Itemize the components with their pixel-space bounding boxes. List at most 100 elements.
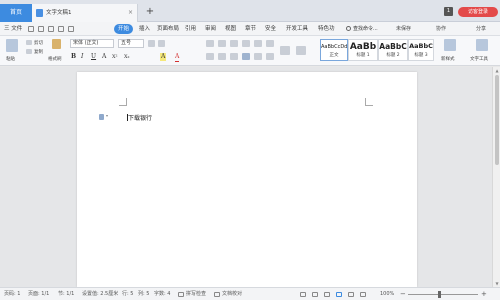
cut-label[interactable]: 剪切 (34, 40, 43, 46)
style-heading-2[interactable]: AaBbC 标题 2 (378, 39, 408, 61)
style-heading-3-sample: AaBbC (409, 42, 433, 50)
status-word-count[interactable]: 字数: 4 (154, 288, 170, 300)
doc-proof-button[interactable]: 文档校对 (222, 288, 242, 300)
collaborate-button[interactable]: 协作 (436, 22, 446, 36)
menu-insert[interactable]: 插入 (139, 22, 150, 36)
document-page[interactable]: ▾ 下载银行 (77, 72, 417, 287)
style-heading-3[interactable]: AaBbC 标题 3 (408, 39, 434, 61)
zoom-in-icon[interactable]: + (481, 288, 487, 300)
spell-check-button[interactable]: 拼写检查 (186, 288, 206, 300)
superscript-button[interactable]: X² (112, 53, 118, 61)
subscript-button[interactable]: X₂ (124, 53, 130, 61)
copy-label[interactable]: 复制 (34, 49, 43, 55)
paste-icon[interactable] (6, 39, 18, 52)
menu-sections[interactable]: 章节 (245, 22, 256, 36)
font-size-select[interactable]: 五号 (118, 39, 144, 48)
scroll-down-icon[interactable]: ▼ (494, 281, 500, 286)
menu-start[interactable]: 开始 (114, 24, 134, 34)
print-layout-icon[interactable] (336, 292, 342, 297)
shrink-font-icon[interactable] (158, 40, 165, 47)
vertical-scrollbar[interactable]: ▲ ▼ (492, 67, 500, 287)
new-style-icon[interactable] (444, 39, 456, 51)
save-icon[interactable] (28, 26, 34, 32)
font-color-button[interactable]: A (175, 53, 180, 62)
new-style-label[interactable]: 新样式 (441, 56, 455, 62)
zoom-level[interactable]: 100% (380, 288, 394, 300)
zoom-slider[interactable] (408, 294, 478, 295)
menu-security[interactable]: 安全 (265, 22, 276, 36)
highlight-button[interactable]: A (160, 53, 167, 61)
font-family-select[interactable]: 宋体 (正文) (70, 39, 114, 48)
style-normal[interactable]: AaBbCcDd 正文 (320, 39, 348, 61)
grow-font-icon[interactable] (148, 40, 155, 47)
shading-icon[interactable] (296, 46, 306, 55)
login-button[interactable]: 访客登录 (458, 7, 498, 17)
margin-corner-top-left (119, 98, 127, 106)
window-count-badge[interactable]: 1 (444, 7, 453, 16)
menu-dev-tools[interactable]: 开发工具 (286, 22, 308, 36)
file-menu[interactable]: 三 文件 (4, 22, 22, 36)
web-layout-icon[interactable] (348, 292, 354, 297)
print-icon[interactable] (38, 26, 44, 32)
text-tools-icon[interactable] (476, 39, 488, 51)
text-tools-label[interactable]: 文字工具 (470, 56, 488, 62)
line-spacing-icon[interactable] (266, 53, 274, 60)
italic-button[interactable]: I (81, 53, 83, 61)
style-heading-2-name: 标题 2 (386, 53, 400, 58)
align-left-icon[interactable] (206, 53, 214, 60)
underline-button[interactable]: U (91, 53, 96, 61)
menu-view[interactable]: 视图 (225, 22, 236, 36)
strikethrough-button[interactable]: A (102, 53, 106, 61)
status-section: 节: 1/1 (58, 291, 75, 297)
align-center-icon[interactable] (218, 53, 226, 60)
document-tab[interactable]: 文字文稿1 × (32, 4, 138, 22)
page-view-icon[interactable] (312, 292, 318, 297)
spell-check-icon[interactable] (178, 292, 184, 297)
status-column: 列: 5 (138, 291, 150, 297)
reading-mode-icon[interactable] (360, 292, 366, 297)
share-button[interactable]: 分享 (476, 22, 486, 36)
document-tab-title: 文字文稿1 (46, 10, 72, 16)
align-right-icon[interactable] (230, 53, 238, 60)
unsaved-status[interactable]: 未保存 (396, 22, 411, 36)
outline-view-icon[interactable] (324, 292, 330, 297)
indent-icon[interactable] (242, 40, 250, 47)
scroll-thumb[interactable] (495, 75, 499, 165)
show-marks-icon[interactable] (266, 40, 274, 47)
menu-review[interactable]: 审阅 (205, 22, 216, 36)
redo-icon[interactable] (68, 26, 74, 32)
document-icon (36, 9, 43, 17)
borders-icon[interactable] (280, 46, 290, 55)
bold-button[interactable]: B (71, 53, 76, 61)
cut-icon[interactable] (26, 40, 32, 45)
bullets-icon[interactable] (206, 40, 214, 47)
new-tab-button[interactable]: + (144, 4, 156, 20)
chevron-down-icon[interactable]: ▾ (106, 113, 108, 118)
document-text[interactable]: 下载银行 (128, 113, 152, 122)
command-search-label: 查找命令... (353, 26, 378, 32)
style-normal-sample: AaBbCcDd (321, 44, 348, 50)
justify-icon[interactable] (242, 53, 250, 60)
format-painter-icon[interactable] (52, 39, 61, 49)
menu-page-layout[interactable]: 页面布局 (157, 22, 179, 36)
scroll-up-icon[interactable]: ▲ (494, 68, 500, 73)
distributed-icon[interactable] (254, 53, 262, 60)
zoom-out-icon[interactable]: − (400, 288, 406, 300)
preview-icon[interactable] (48, 26, 54, 32)
doc-proof-icon[interactable] (214, 292, 220, 297)
style-heading-1[interactable]: AaBb 标题 1 (348, 39, 378, 61)
paragraph-handle-icon[interactable] (99, 114, 104, 120)
status-pages: 页面: 1/1 (28, 291, 50, 297)
undo-icon[interactable] (58, 26, 64, 32)
copy-icon[interactable] (26, 49, 32, 54)
home-tab[interactable]: 首页 (0, 4, 32, 22)
menu-features[interactable]: 特色功 (318, 22, 335, 36)
menu-references[interactable]: 引用 (185, 22, 196, 36)
eye-protection-icon[interactable] (300, 292, 306, 297)
close-tab-icon[interactable]: × (128, 4, 133, 22)
command-search[interactable]: 查找命令... (346, 24, 382, 34)
sort-icon[interactable] (254, 40, 262, 47)
outdent-icon[interactable] (230, 40, 238, 47)
zoom-slider-handle[interactable] (438, 291, 441, 298)
numbering-icon[interactable] (218, 40, 226, 47)
